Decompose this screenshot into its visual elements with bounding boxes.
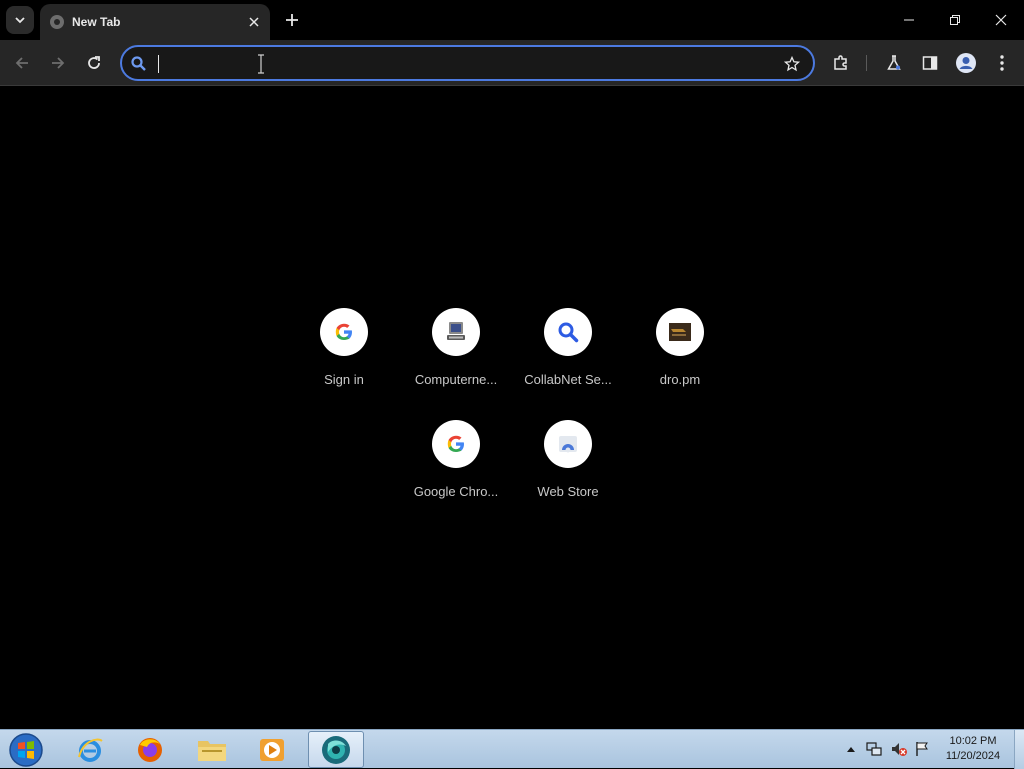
shortcut-icon-circle [432, 420, 480, 468]
labs-button[interactable] [879, 48, 909, 78]
title-bar: New Tab [0, 0, 1024, 40]
reload-button[interactable] [79, 48, 109, 78]
shortcut-tile[interactable]: Google Chro... [400, 420, 512, 520]
taskbar-ie[interactable] [62, 731, 118, 768]
shortcut-label: Sign in [324, 372, 364, 387]
dro-pm-thumbnail-icon [669, 323, 691, 341]
shortcut-icon-circle [544, 420, 592, 468]
tray-volume-muted[interactable] [889, 738, 909, 760]
shortcut-label: dro.pm [659, 372, 701, 387]
web-store-icon [559, 436, 577, 453]
arrow-right-icon [52, 57, 65, 69]
taskbar-file-explorer[interactable] [184, 731, 240, 768]
profile-avatar-icon [956, 53, 976, 73]
ie-icon [78, 738, 103, 762]
shortcut-tile[interactable]: Sign in [288, 308, 400, 408]
tab-search-button[interactable] [6, 6, 34, 34]
restore-icon [950, 15, 960, 25]
shortcut-icon-circle [656, 308, 704, 356]
shortcut-tile[interactable]: dro.pm [624, 308, 736, 408]
taskbar-media-player[interactable] [244, 731, 300, 768]
shortcut-tile[interactable]: CollabNet Se... [512, 308, 624, 408]
bookmark-star-button[interactable] [781, 53, 803, 75]
tray-network[interactable] [864, 738, 884, 760]
show-hidden-icons-button[interactable] [844, 738, 858, 760]
new-tab-button[interactable] [280, 8, 304, 32]
windows-orb-icon [9, 733, 43, 767]
taskbar-clock[interactable]: 10:02 PM 11/20/2024 [936, 734, 1010, 764]
media-player-icon [260, 738, 284, 761]
puzzle-icon [834, 55, 847, 70]
close-icon [249, 17, 259, 27]
arrow-left-icon [15, 57, 28, 69]
chrome-icon [322, 735, 350, 764]
close-icon [995, 14, 1007, 26]
profile-button[interactable] [951, 48, 981, 78]
browser-toolbar [0, 40, 1024, 86]
star-icon [784, 56, 800, 72]
taskbar-chrome[interactable] [308, 731, 364, 768]
speaker-muted-icon [892, 743, 907, 756]
tab-close-button[interactable] [244, 12, 264, 32]
tray-action-center[interactable] [912, 738, 932, 760]
flag-icon [916, 742, 928, 756]
back-button[interactable] [7, 48, 37, 78]
shortcut-label: Google Chro... [413, 484, 499, 499]
toolbar-divider [866, 55, 867, 71]
network-icon [866, 742, 882, 756]
shortcut-tile[interactable]: Computerne... [400, 308, 512, 408]
minimize-button[interactable] [886, 0, 932, 40]
chevron-down-icon [15, 17, 25, 24]
shortcut-tile[interactable]: Web Store [512, 420, 624, 520]
new-tab-favicon-icon [50, 15, 64, 29]
new-tab-page: Sign in Computerne... CollabNet Se... dr… [0, 87, 1024, 729]
start-button[interactable] [6, 731, 46, 769]
side-panel-button[interactable] [915, 48, 945, 78]
minimize-icon [904, 19, 914, 21]
computer-icon [447, 322, 465, 340]
google-g-icon [335, 323, 352, 340]
folder-icon [198, 740, 226, 761]
taskbar: 10:02 PM 11/20/2024 [0, 729, 1024, 769]
chevron-up-icon [847, 747, 855, 752]
tab-new-tab[interactable]: New Tab [40, 4, 270, 40]
shortcut-label: Web Store [537, 484, 599, 499]
shortcut-icon-circle [544, 308, 592, 356]
close-window-button[interactable] [978, 0, 1024, 40]
menu-button[interactable] [987, 48, 1017, 78]
text-caret [158, 55, 159, 73]
restore-button[interactable] [932, 0, 978, 40]
google-g-icon [447, 435, 464, 452]
forward-button[interactable] [43, 48, 73, 78]
clock-date: 11/20/2024 [945, 750, 1001, 762]
side-panel-icon [922, 56, 938, 70]
shortcut-icon-circle [320, 308, 368, 356]
extensions-button[interactable] [826, 48, 856, 78]
firefox-icon [138, 737, 162, 762]
address-input[interactable] [158, 52, 758, 74]
taskbar-firefox[interactable] [122, 731, 178, 768]
reload-icon [88, 56, 100, 69]
show-desktop-button[interactable] [1014, 730, 1024, 769]
plus-icon [286, 14, 298, 26]
clock-time: 10:02 PM [949, 735, 997, 747]
search-icon [558, 322, 579, 343]
kebab-menu-icon [1000, 55, 1004, 71]
tab-title: New Tab [72, 15, 121, 29]
address-bar[interactable] [120, 45, 815, 81]
shortcut-label: Computerne... [414, 372, 498, 387]
ibeam-cursor-icon [256, 54, 266, 74]
search-icon [130, 55, 148, 78]
shortcut-label: CollabNet Se... [524, 372, 612, 387]
shortcut-icon-circle [432, 308, 480, 356]
flask-icon [887, 55, 901, 70]
